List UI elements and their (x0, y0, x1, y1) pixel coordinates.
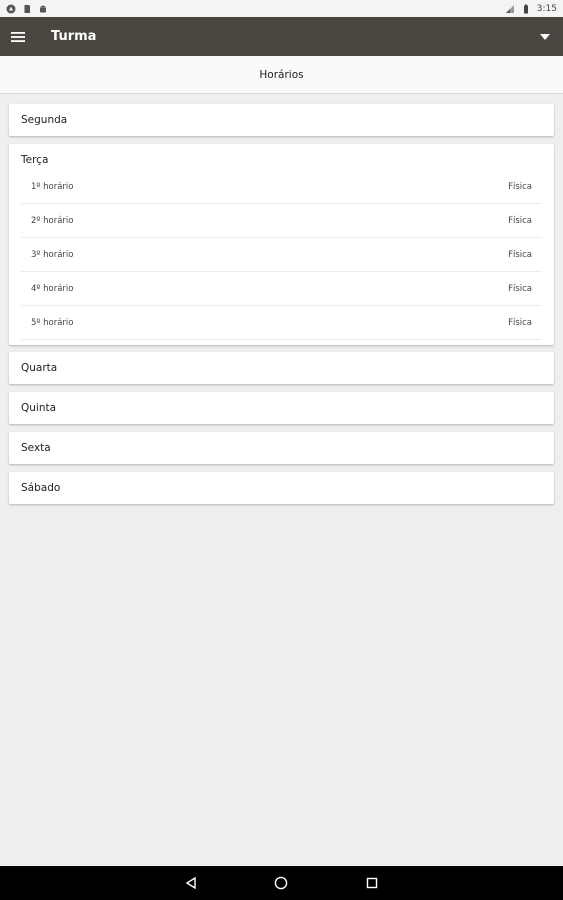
day-card-quarta[interactable]: Quarta (9, 352, 554, 384)
day-name: Quarta (21, 362, 58, 374)
period-row[interactable]: 3º horário Física (21, 238, 542, 272)
back-icon (185, 877, 196, 889)
app-title: Turma (51, 29, 97, 44)
day-name: Sábado (21, 482, 61, 494)
day-name: Quinta (21, 402, 57, 414)
signal-icon (505, 4, 514, 13)
page-title: Horários (0, 56, 563, 94)
navigation-bar (0, 866, 563, 900)
period-label: 4º horário (31, 283, 74, 294)
sd-card-icon (24, 4, 30, 13)
notification-icons (6, 4, 48, 14)
recents-icon (366, 877, 378, 889)
notification-app-icon (6, 4, 16, 13)
day-card-quinta[interactable]: Quinta (9, 392, 554, 424)
day-card-terca[interactable]: Terça 1º horário Física 2º horário Físic… (9, 144, 554, 345)
home-button[interactable] (272, 874, 290, 892)
day-card-sabado[interactable]: Sábado (9, 472, 554, 504)
day-card-sexta[interactable]: Sexta (9, 432, 554, 464)
period-label: 5º horário (31, 317, 74, 328)
caret-down-icon (540, 33, 550, 40)
subject-label: Física (508, 249, 532, 260)
period-label: 1º horário (31, 181, 74, 192)
period-row[interactable]: 4º horário Física (21, 272, 542, 306)
app-bar: Turma (0, 17, 563, 56)
subject-label: Física (508, 215, 532, 226)
period-row[interactable]: 1º horário Física (21, 170, 542, 204)
subject-label: Física (508, 283, 532, 294)
hamburger-menu-icon (11, 31, 25, 42)
period-label: 3º horário (31, 249, 74, 260)
day-card-segunda[interactable]: Segunda (9, 104, 554, 136)
day-name: Sexta (21, 442, 51, 454)
back-button[interactable] (182, 874, 200, 892)
period-row[interactable]: 2º horário Física (21, 204, 542, 238)
subject-label: Física (508, 181, 532, 192)
day-name: Segunda (21, 114, 68, 126)
subject-label: Física (508, 317, 532, 328)
system-indicators: 3:15 (505, 4, 557, 14)
period-list: 1º horário Física 2º horário Física 3º h… (21, 170, 542, 340)
menu-button[interactable] (0, 17, 36, 56)
dropdown-button[interactable] (535, 17, 555, 56)
android-icon (40, 5, 46, 12)
day-name: Terça (21, 154, 49, 166)
screen: 3:15 Turma Horários Segunda Terça 1º hor… (0, 0, 563, 900)
status-bar: 3:15 (0, 0, 563, 17)
battery-icon (523, 4, 528, 13)
period-label: 2º horário (31, 215, 74, 226)
home-icon (274, 876, 288, 890)
period-row[interactable]: 5º horário Física (21, 306, 542, 340)
clock: 3:15 (536, 3, 557, 14)
recents-button[interactable] (363, 874, 381, 892)
